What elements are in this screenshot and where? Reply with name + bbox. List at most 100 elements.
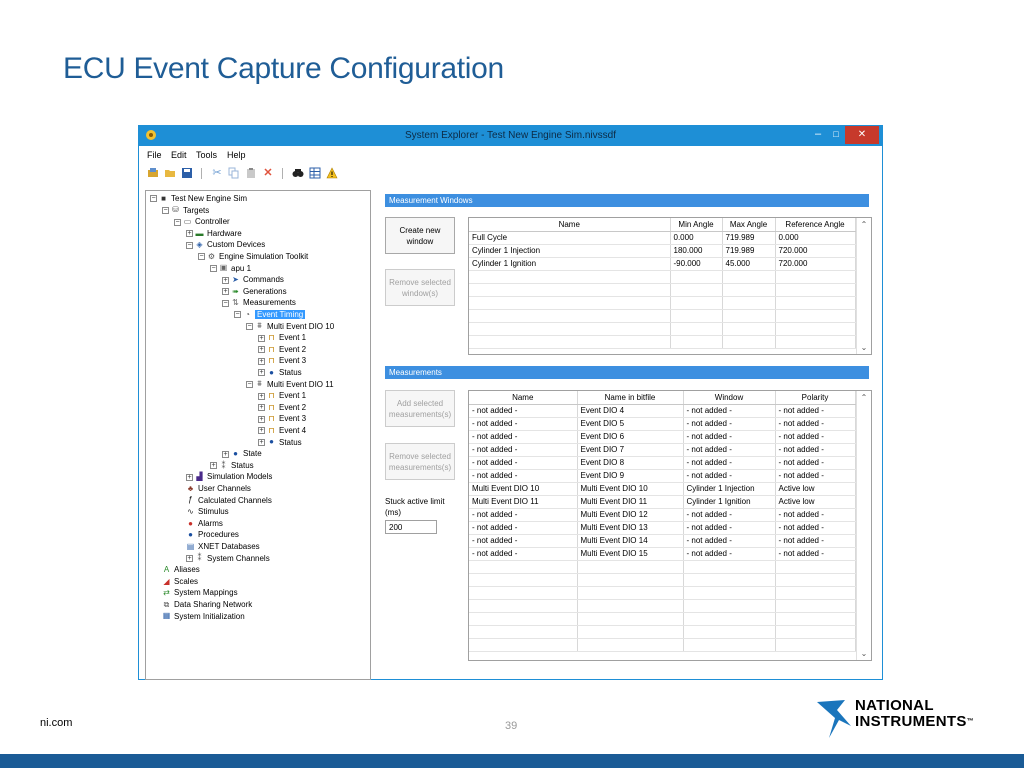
tree-node[interactable]: + ➠ Generations: [222, 286, 287, 297]
collapse-icon[interactable]: −: [246, 380, 253, 388]
tree-node[interactable]: ∿ Stimulus: [186, 506, 229, 517]
expand-icon[interactable]: +: [258, 427, 265, 435]
expand-icon[interactable]: +: [186, 230, 193, 238]
table-row[interactable]: - not added - Event DIO 9- not added -- n…: [469, 469, 856, 483]
table-row[interactable]: - not added - Event DIO 5- not added -- n…: [469, 417, 856, 431]
find-icon[interactable]: [292, 167, 304, 179]
system-tree[interactable]: − ■ Test New Engine Sim − ⛁ Targets − ▭ Controll…: [145, 190, 371, 680]
table-row[interactable]: - not added - Event DIO 6- not added -- n…: [469, 430, 856, 444]
table-row[interactable]: - not added - Multi Event DIO 12- not add…: [469, 508, 856, 522]
collapse-icon[interactable]: −: [186, 241, 193, 249]
table-row[interactable]: [469, 296, 856, 310]
menu-edit[interactable]: Edit: [171, 150, 187, 160]
table-row[interactable]: [469, 612, 856, 626]
tree-node[interactable]: ▤ XNET Databases: [186, 541, 260, 552]
table-row[interactable]: [469, 309, 856, 323]
table-row[interactable]: [469, 283, 856, 297]
table-row[interactable]: [469, 322, 856, 336]
window-titlebar[interactable]: System Explorer - Test New Engine Sim.ni…: [139, 126, 882, 146]
create-window-button[interactable]: Create new window: [385, 217, 455, 254]
collapse-icon[interactable]: −: [174, 218, 181, 226]
save-icon[interactable]: [181, 167, 193, 179]
column-header[interactable]: Window: [683, 391, 776, 405]
expand-icon[interactable]: +: [258, 415, 265, 423]
collapse-icon[interactable]: −: [198, 253, 205, 261]
tree-node[interactable]: ƒ Calculated Channels: [186, 495, 272, 506]
stuck-active-limit-input[interactable]: 200: [385, 520, 437, 534]
minimize-button[interactable]: ‒: [811, 128, 825, 142]
scroll-up-icon[interactable]: ⌃: [857, 220, 871, 229]
table-row[interactable]: [469, 270, 856, 284]
tree-node[interactable]: + ● Status: [258, 437, 302, 448]
table-row[interactable]: [469, 573, 856, 587]
table-row[interactable]: Cylinder 1 Injection 180.000 719.989 720.00…: [469, 244, 856, 258]
tree-node[interactable]: + ⊓ Event 1: [258, 332, 306, 343]
table-row[interactable]: [469, 335, 856, 349]
tree-node[interactable]: − ⩩ Multi Event DIO 11: [246, 379, 334, 390]
maximize-button[interactable]: □: [829, 128, 843, 142]
paste-icon[interactable]: [245, 167, 257, 179]
tree-node[interactable]: − ■ Test New Engine Sim: [150, 193, 247, 204]
delete-icon[interactable]: ✕: [262, 167, 274, 179]
vertical-scrollbar[interactable]: ⌃ ⌄: [856, 391, 871, 660]
column-header[interactable]: Name in bitfile: [577, 391, 684, 405]
table-row[interactable]: Cylinder 1 Ignition -90.000 45.000 720.000: [469, 257, 856, 271]
collapse-icon[interactable]: −: [234, 311, 241, 319]
expand-icon[interactable]: +: [258, 438, 265, 446]
table-row[interactable]: [469, 560, 856, 574]
expand-icon[interactable]: +: [186, 473, 193, 481]
tree-node[interactable]: + ⊓ Event 2: [258, 344, 306, 355]
collapse-icon[interactable]: −: [222, 299, 229, 307]
expand-icon[interactable]: +: [258, 369, 265, 377]
tree-node[interactable]: + ▬ Hardware: [186, 228, 242, 239]
table-row[interactable]: - not added - Event DIO 7- not added -- n…: [469, 443, 856, 457]
column-header[interactable]: Name: [469, 391, 578, 405]
column-header[interactable]: Name: [469, 218, 671, 232]
measurement-windows-table[interactable]: Name Min Angle Max Angle Reference Angle…: [468, 217, 872, 355]
tree-node[interactable]: + ⊓ Event 2: [258, 402, 306, 413]
expand-icon[interactable]: +: [258, 334, 265, 342]
tree-node[interactable]: + ➤ Commands: [222, 274, 284, 285]
tree-node[interactable]: − ▭ Controller: [174, 216, 230, 227]
tree-node[interactable]: ◢ Scales: [162, 576, 198, 587]
expand-icon[interactable]: +: [222, 450, 229, 458]
table-row[interactable]: [469, 599, 856, 613]
expand-icon[interactable]: +: [222, 288, 229, 296]
tree-node[interactable]: − ▣ apu 1: [210, 263, 251, 274]
table-row[interactable]: - not added - Multi Event DIO 13- not add…: [469, 521, 856, 535]
tree-node[interactable]: ⧉ Data Sharing Network: [162, 599, 253, 610]
tree-node[interactable]: + ⊓ Event 1: [258, 390, 306, 401]
expand-icon[interactable]: +: [222, 276, 229, 284]
table-row[interactable]: - not added - Event DIO 4- not added -- n…: [469, 404, 856, 418]
table-row[interactable]: - not added - Event DIO 8- not added -- n…: [469, 456, 856, 470]
expand-icon[interactable]: +: [258, 357, 265, 365]
tree-node[interactable]: + ⊓ Event 3: [258, 413, 306, 424]
tree-node[interactable]: − ⛁ Targets: [162, 205, 209, 216]
tree-node[interactable]: + ⊓ Event 4: [258, 425, 306, 436]
open-folder-icon[interactable]: [164, 167, 176, 179]
tree-node[interactable]: + ● Status: [258, 367, 302, 378]
column-header[interactable]: Polarity: [775, 391, 856, 405]
expand-icon[interactable]: +: [258, 392, 265, 400]
table-row[interactable]: [469, 638, 856, 652]
table-row[interactable]: [469, 586, 856, 600]
menu-file[interactable]: File: [147, 150, 162, 160]
tree-node[interactable]: + ⁑ System Channels: [186, 553, 270, 564]
menu-help[interactable]: Help: [227, 150, 246, 160]
expand-icon[interactable]: +: [258, 346, 265, 354]
vertical-scrollbar[interactable]: ⌃ ⌄: [856, 218, 871, 354]
scroll-down-icon[interactable]: ⌄: [857, 649, 871, 658]
measurements-table[interactable]: Name Name in bitfile Window Polarity - n…: [468, 390, 872, 661]
column-header[interactable]: Reference Angle: [775, 218, 856, 232]
expand-icon[interactable]: +: [210, 462, 217, 470]
tree-node[interactable]: + ⁑ Status: [210, 460, 254, 471]
tree-node[interactable]: ● Procedures: [186, 529, 239, 540]
remove-measurements-button[interactable]: Remove selected measurements(s): [385, 443, 455, 480]
menu-tools[interactable]: Tools: [196, 150, 217, 160]
warning-icon[interactable]: [326, 167, 338, 179]
tree-node[interactable]: − ⇅ Measurements: [222, 297, 296, 308]
tree-node[interactable]: A Aliases: [162, 564, 200, 575]
tree-node[interactable]: − ⩩ Multi Event DIO 10: [246, 321, 334, 332]
tree-node[interactable]: + ⊓ Event 3: [258, 355, 306, 366]
table-row[interactable]: Multi Event DIO 10 Multi Event DIO 10 Cyli…: [469, 482, 856, 496]
